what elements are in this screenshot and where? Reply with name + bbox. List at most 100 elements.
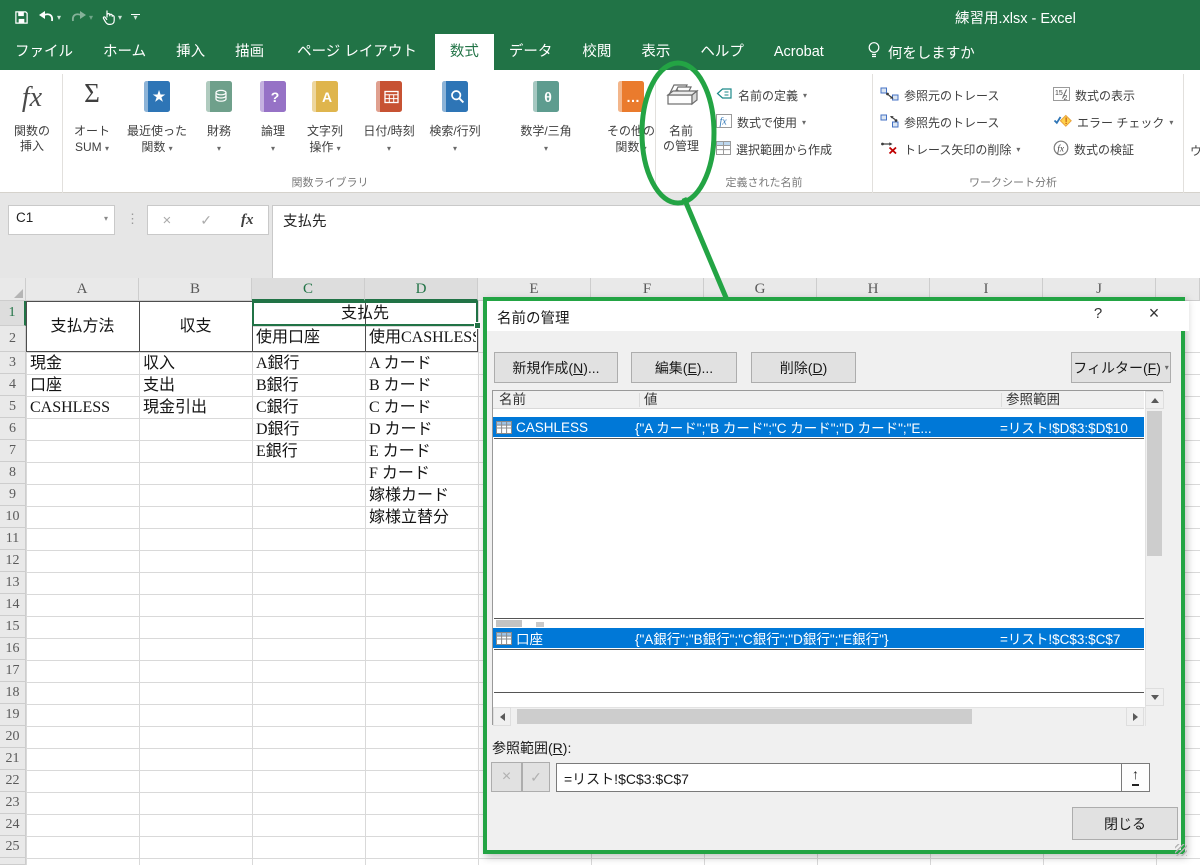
ribbon-item-audit1-1[interactable]: 参照先のトレース bbox=[880, 113, 999, 131]
touch-mode-button[interactable]: ▾ bbox=[102, 9, 122, 25]
row-header-3[interactable]: 3 bbox=[0, 352, 26, 374]
cell-A3[interactable]: 現金 bbox=[30, 353, 137, 373]
cell-D6[interactable]: D カード bbox=[369, 419, 476, 439]
cell-D10[interactable]: 嫁様立替分 bbox=[369, 507, 476, 527]
row-header-12[interactable]: 12 bbox=[0, 550, 26, 572]
row-header-10[interactable]: 10 bbox=[0, 506, 26, 528]
v-scrollbar-thumb[interactable] bbox=[1147, 411, 1162, 556]
cell-D8[interactable]: F カード bbox=[369, 463, 476, 483]
column-header-D[interactable]: D bbox=[365, 278, 478, 301]
resize-grip[interactable] bbox=[1175, 844, 1187, 856]
name-box-dropdown-icon[interactable]: ▾ bbox=[104, 214, 108, 223]
list-header-name[interactable]: 名前 bbox=[499, 391, 526, 409]
cell-C6[interactable]: D銀行 bbox=[256, 419, 363, 439]
cell-C4[interactable]: B銀行 bbox=[256, 375, 363, 395]
cell-D9[interactable]: 嫁様カード bbox=[369, 485, 476, 505]
tab-0[interactable]: ファイル bbox=[0, 34, 88, 70]
name-manager-button[interactable]: 名前 の管理 bbox=[650, 78, 712, 174]
delete-name-button[interactable]: 削除(D) bbox=[751, 352, 856, 383]
ribbon-button-recently-used[interactable]: ★ 最近使った 関数 ▾ bbox=[124, 78, 190, 174]
row-header-23[interactable]: 23 bbox=[0, 792, 26, 814]
dropdown-icon[interactable]: ▾ bbox=[1169, 118, 1173, 127]
ribbon-item-audit2-2[interactable]: fx 数式の検証 bbox=[1053, 140, 1134, 158]
tab-3[interactable]: 描画 bbox=[220, 34, 279, 70]
ribbon-item-use-in-formula[interactable]: fx 数式で使用 ▾ bbox=[716, 113, 806, 131]
cell-B5[interactable]: 現金引出 bbox=[143, 397, 250, 417]
ribbon-item-create-from-selection[interactable]: 選択範囲から作成 bbox=[716, 140, 832, 158]
row-header-16[interactable]: 16 bbox=[0, 638, 26, 660]
row-header-15[interactable]: 15 bbox=[0, 616, 26, 638]
redo-button[interactable]: ▾ bbox=[70, 10, 93, 24]
row-header-5[interactable]: 5 bbox=[0, 396, 26, 418]
close-dialog-button[interactable]: 閉じる bbox=[1072, 807, 1178, 840]
tell-me-assist[interactable]: 何をしますか bbox=[867, 34, 975, 70]
cell-C2[interactable]: 使用口座 bbox=[256, 327, 363, 351]
column-header-C[interactable]: C bbox=[252, 278, 365, 301]
tab-9[interactable]: ヘルプ bbox=[685, 34, 759, 70]
cell-C7[interactable]: E銀行 bbox=[256, 441, 363, 461]
tab-4[interactable]: ページ レイアウト bbox=[279, 34, 435, 70]
select-all-corner[interactable] bbox=[0, 278, 26, 301]
ribbon-button-lookup-reference[interactable]: 検索/行列 ▾ bbox=[422, 78, 488, 174]
ribbon-button-autosum[interactable]: Σ オート SUM ▾ bbox=[59, 78, 125, 174]
row-header-19[interactable]: 19 bbox=[0, 704, 26, 726]
list-header-value[interactable]: 値 bbox=[644, 391, 658, 409]
confirm-entry-icon[interactable]: ✓ bbox=[200, 212, 212, 229]
cell-B3[interactable]: 収入 bbox=[143, 353, 250, 373]
dropdown-icon[interactable]: ▾ bbox=[1016, 145, 1020, 154]
cell-D3[interactable]: A カード bbox=[369, 353, 476, 373]
tab-10[interactable]: Acrobat bbox=[759, 34, 839, 70]
refers-to-field[interactable]: =リスト!$C$3:$C$7 ↑ bbox=[556, 763, 1150, 792]
cell-D4[interactable]: B カード bbox=[369, 375, 476, 395]
row-header-2[interactable]: 2 bbox=[0, 326, 26, 352]
row-header-8[interactable]: 8 bbox=[0, 462, 26, 484]
row-header-6[interactable]: 6 bbox=[0, 418, 26, 440]
ribbon-button-math-trig[interactable]: θ 数学/三角 ▾ bbox=[513, 78, 579, 174]
row-header-13[interactable]: 13 bbox=[0, 572, 26, 594]
row-header-20[interactable]: 20 bbox=[0, 726, 26, 748]
tab-8[interactable]: 表示 bbox=[626, 34, 685, 70]
list-header-ref[interactable]: 参照範囲 bbox=[1006, 391, 1060, 409]
tab-7[interactable]: 校閲 bbox=[567, 34, 626, 70]
row-header-9[interactable]: 9 bbox=[0, 484, 26, 506]
row-header-17[interactable]: 17 bbox=[0, 660, 26, 682]
row-header-25[interactable]: 25 bbox=[0, 836, 26, 858]
ribbon-item-audit1-2[interactable]: トレース矢印の削除 ▾ bbox=[880, 140, 1020, 158]
tab-active-5[interactable]: 数式 bbox=[434, 34, 494, 70]
cell-D2[interactable]: 使用CASHLESS bbox=[369, 327, 476, 351]
row-header-22[interactable]: 22 bbox=[0, 770, 26, 792]
row-header-24[interactable]: 24 bbox=[0, 814, 26, 836]
row-header-11[interactable]: 11 bbox=[0, 528, 26, 550]
cell-C3[interactable]: A銀行 bbox=[256, 353, 363, 373]
tab-1[interactable]: ホーム bbox=[88, 34, 161, 70]
row-header-7[interactable]: 7 bbox=[0, 440, 26, 462]
ribbon-button-text[interactable]: A 文字列 操作 ▾ bbox=[292, 78, 358, 174]
ribbon-item-audit2-1[interactable]: ! エラー チェック ▾ bbox=[1053, 113, 1173, 131]
insert-function-icon[interactable]: fx bbox=[241, 212, 254, 229]
edit-name-button[interactable]: 編集(E)... bbox=[631, 352, 737, 383]
cell-A5[interactable]: CASHLESS bbox=[30, 397, 137, 417]
undo-button[interactable]: ▾ bbox=[38, 10, 61, 24]
name-box[interactable]: C1 ▾ bbox=[8, 205, 115, 235]
scroll-left-button[interactable] bbox=[493, 707, 511, 726]
dropdown-icon[interactable]: ▾ bbox=[803, 91, 807, 100]
ribbon-item-define-name[interactable]: 名前の定義 ▾ bbox=[716, 86, 807, 104]
ribbon-item-audit1-0[interactable]: 参照元のトレース bbox=[880, 86, 999, 104]
filter-button[interactable]: フィルター(F) ▾ bbox=[1071, 352, 1171, 383]
cell-B4[interactable]: 支出 bbox=[143, 375, 250, 395]
dropdown-icon[interactable]: ▾ bbox=[802, 118, 806, 127]
cell-D7[interactable]: E カード bbox=[369, 441, 476, 461]
undo-dropdown[interactable]: ▾ bbox=[57, 13, 61, 22]
name-list-row-口座[interactable]: 口座 {"A銀行";"B銀行";"C銀行";"D銀行";"E銀行"} =リスト!$C… bbox=[493, 628, 1144, 648]
row-header-14[interactable]: 14 bbox=[0, 594, 26, 616]
tab-2[interactable]: 挿入 bbox=[161, 34, 220, 70]
save-button[interactable] bbox=[14, 10, 29, 25]
cell-C5[interactable]: C銀行 bbox=[256, 397, 363, 417]
scroll-up-button[interactable] bbox=[1145, 391, 1164, 409]
cell-A4[interactable]: 口座 bbox=[30, 375, 137, 395]
formula-bar-input[interactable]: 支払先 bbox=[272, 205, 1200, 280]
column-header-A[interactable]: A bbox=[26, 278, 139, 301]
row-header-1[interactable]: 1 bbox=[0, 301, 26, 326]
customize-qat-button[interactable]: ▾ bbox=[131, 14, 141, 22]
row-header-21[interactable]: 21 bbox=[0, 748, 26, 770]
